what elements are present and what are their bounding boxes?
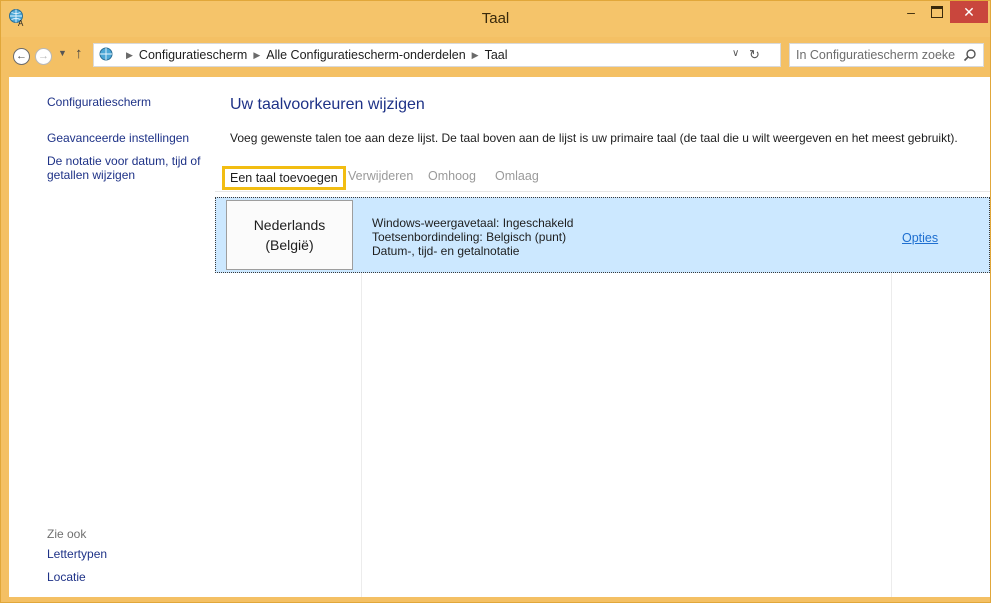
sidebar: Configuratiescherm Geavanceerde instelli… — [9, 77, 209, 597]
sidebar-link-advanced-settings[interactable]: Geavanceerde instellingen — [47, 131, 189, 145]
options-link[interactable]: Opties — [902, 231, 938, 245]
move-down-button[interactable]: Omlaag — [495, 169, 539, 183]
breadcrumb-separator-icon[interactable]: ▶ — [472, 50, 479, 60]
globe-icon — [99, 47, 113, 61]
remove-button[interactable]: Verwijderen — [348, 169, 413, 183]
sidebar-link-date-format[interactable]: De notatie voor datum, tijd of getallen … — [47, 154, 217, 182]
breadcrumb-separator-icon[interactable]: ▶ — [253, 50, 260, 60]
see-also-heading: Zie ook — [47, 527, 87, 541]
window: A Taal – ✕ ← → ▼ ↑ ▶ Configuratiescherm ▶ A… — [0, 0, 991, 603]
path-history-dropdown-icon[interactable]: ∨ — [732, 48, 739, 59]
breadcrumb-language[interactable]: Taal — [485, 48, 508, 62]
window-title: Taal — [481, 10, 510, 27]
search-icon[interactable] — [963, 48, 977, 62]
maximize-icon — [931, 6, 943, 18]
content-area: Configuratiescherm Geavanceerde instelli… — [9, 77, 990, 597]
path-field[interactable]: ▶ Configuratiescherm ▶ Alle Configuratiesch… — [93, 43, 781, 67]
move-up-button[interactable]: Omhoog — [428, 169, 476, 183]
address-bar: ← → ▼ ↑ ▶ Configuratiescherm ▶ Alle Configu… — [9, 39, 984, 73]
language-region: (België) — [265, 237, 314, 253]
title-bar[interactable]: A Taal – ✕ — [1, 1, 990, 37]
search-input[interactable] — [796, 46, 956, 64]
add-language-button[interactable]: Een taal toevoegen — [222, 166, 346, 190]
sidebar-link-fonts[interactable]: Lettertypen — [47, 547, 107, 561]
breadcrumb-separator-icon[interactable]: ▶ — [126, 50, 133, 60]
keyboard-layout: Toetsenbordindeling: Belgisch (punt) — [372, 230, 567, 244]
language-toolbar: Een taal toevoegen Verwijderen Omhoog Om… — [215, 164, 990, 192]
display-language-status: Windows-weergavetaal: Ingeschakeld — [372, 216, 574, 230]
language-row[interactable]: Nederlands (België) Windows-weergavetaal… — [215, 197, 990, 273]
language-tile[interactable]: Nederlands (België) — [226, 200, 353, 270]
sidebar-link-location[interactable]: Locatie — [47, 570, 86, 584]
close-button[interactable]: ✕ — [950, 1, 988, 23]
maximize-button[interactable] — [924, 1, 950, 23]
sidebar-link-control-panel[interactable]: Configuratiescherm — [47, 95, 151, 109]
forward-button[interactable]: → — [35, 48, 52, 65]
language-name: Nederlands — [253, 217, 326, 233]
language-info: Windows-weergavetaal: Ingeschakeld Toets… — [372, 216, 573, 258]
breadcrumb: ▶ Configuratiescherm ▶ Alle Configuratiesch… — [120, 48, 508, 62]
up-button[interactable]: ↑ — [75, 45, 83, 62]
breadcrumb-control-panel[interactable]: Configuratiescherm — [139, 48, 247, 62]
recent-locations-dropdown[interactable]: ▼ — [58, 48, 67, 58]
page-title: Uw taalvoorkeuren wijzigen — [230, 96, 425, 113]
breadcrumb-all-items[interactable]: Alle Configuratiescherm-onderdelen — [266, 48, 465, 62]
search-box[interactable] — [789, 43, 984, 67]
language-list: Nederlands (België) Windows-weergavetaal… — [215, 197, 990, 597]
minimize-button[interactable]: – — [898, 1, 924, 23]
refresh-icon[interactable]: ↻ — [749, 47, 760, 63]
page-description: Voeg gewenste talen toe aan deze lijst. … — [230, 131, 958, 145]
back-button[interactable]: ← — [13, 48, 30, 65]
format-info: Datum-, tijd- en getalnotatie — [372, 244, 520, 258]
